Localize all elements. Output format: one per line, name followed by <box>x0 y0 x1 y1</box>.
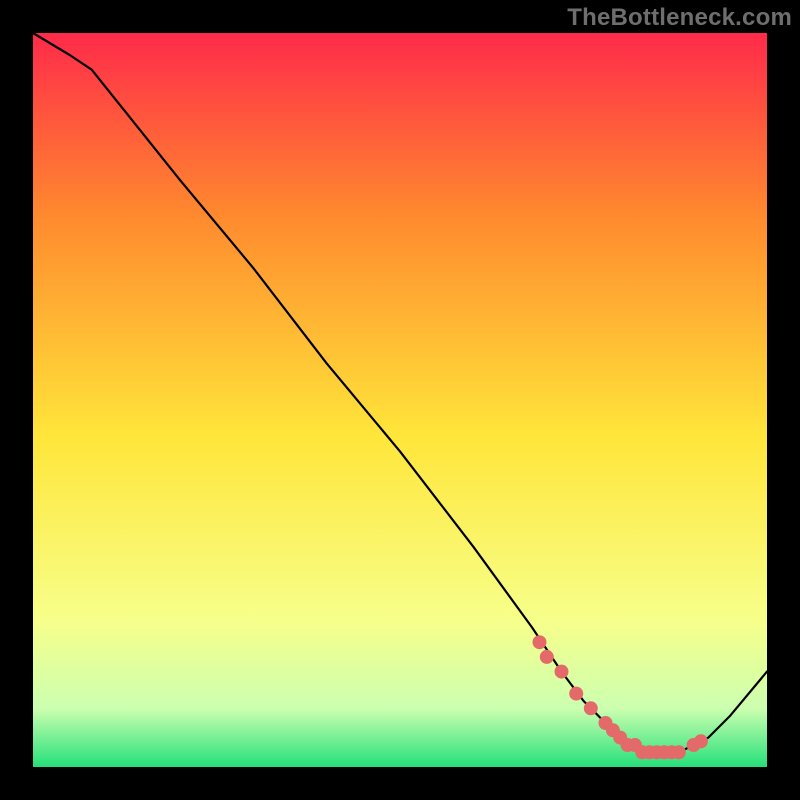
highlight-marker <box>555 665 569 679</box>
highlight-marker <box>584 701 598 715</box>
gradient-background <box>33 33 767 767</box>
highlight-marker <box>533 635 547 649</box>
highlight-marker <box>672 745 686 759</box>
chart-stage: TheBottleneck.com <box>0 0 800 800</box>
highlight-marker <box>694 734 708 748</box>
highlight-marker <box>569 687 583 701</box>
chart-svg <box>0 0 800 800</box>
watermark-text: TheBottleneck.com <box>567 4 792 32</box>
highlight-marker <box>540 650 554 664</box>
